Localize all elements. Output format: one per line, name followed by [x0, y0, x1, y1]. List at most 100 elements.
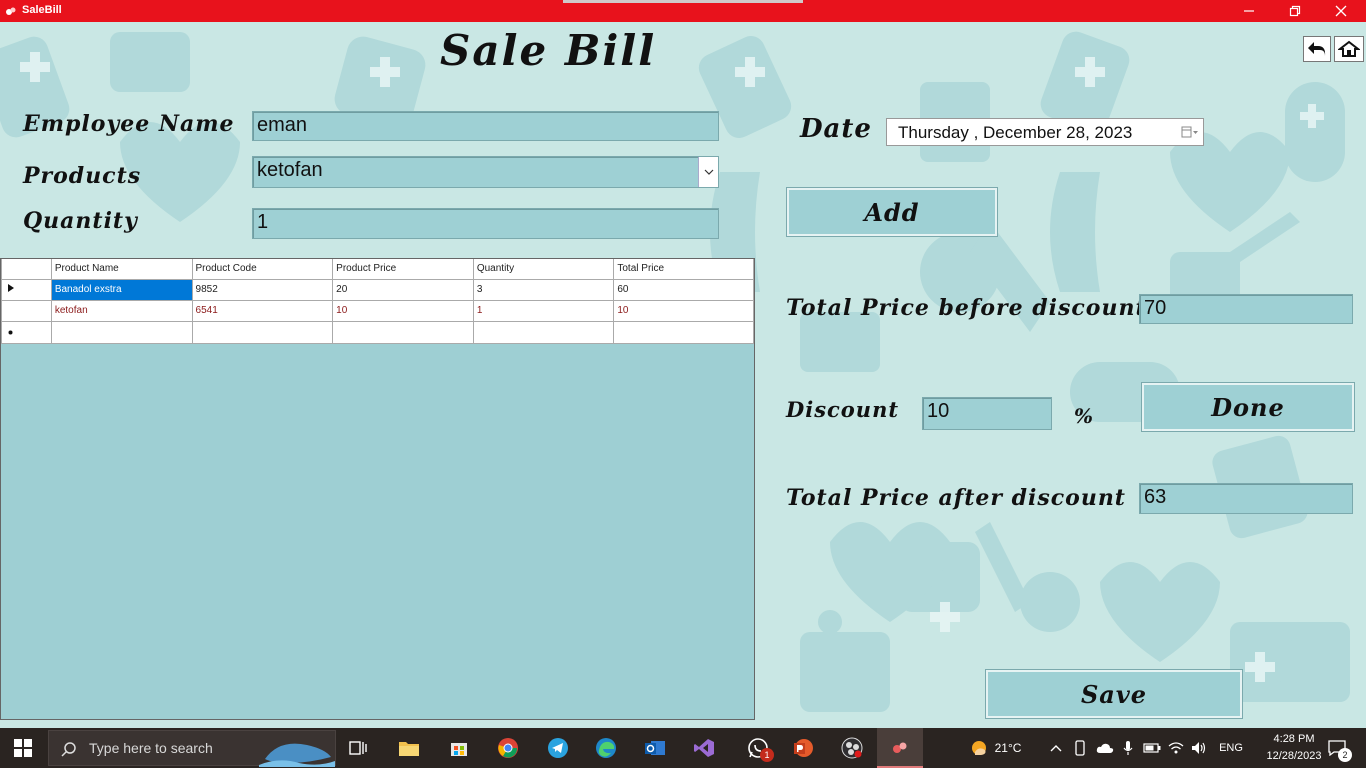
outlook-icon — [645, 741, 665, 755]
windows-logo-icon — [14, 739, 32, 757]
search-highlight-whale-icon — [259, 743, 335, 767]
row-header-corner — [1, 259, 52, 280]
telegram-icon — [548, 738, 568, 758]
language-indicator: ENG — [1219, 742, 1243, 754]
whatsapp-badge: 1 — [760, 748, 774, 762]
phone-icon — [1075, 740, 1085, 756]
taskbar-edge[interactable] — [588, 728, 624, 768]
table-cell[interactable]: Banadol exstra — [50, 278, 193, 301]
table-cell[interactable]: 60 — [613, 278, 754, 301]
clock-date: 12/28/2023 — [1266, 750, 1322, 762]
column-header-total-price[interactable]: Total Price — [613, 259, 754, 280]
total-before-discount-label: Total Price before discount — [786, 295, 1147, 321]
taskbar-chrome[interactable] — [490, 728, 526, 768]
save-button[interactable]: Save — [985, 669, 1243, 719]
total-after-discount-input[interactable]: 63 — [1139, 483, 1353, 514]
task-view-icon — [349, 741, 367, 755]
chevron-down-icon — [704, 169, 713, 175]
taskbar-salebill-app[interactable] — [877, 728, 923, 768]
row-header[interactable] — [1, 299, 52, 322]
weather-widget[interactable]: 21°C — [960, 728, 1030, 768]
table-cell[interactable] — [50, 320, 193, 344]
back-button[interactable] — [1303, 36, 1331, 62]
notification-center-button[interactable]: 2 — [1322, 728, 1352, 768]
microphone-icon — [1123, 741, 1133, 755]
new-row-header[interactable] — [1, 320, 52, 344]
discount-input[interactable]: 10 — [922, 397, 1052, 430]
done-button[interactable]: Done — [1141, 382, 1355, 432]
tray-volume[interactable] — [1189, 728, 1209, 768]
percent-sign: % — [1074, 404, 1095, 428]
folder-icon — [399, 742, 419, 756]
taskbar-clock[interactable]: 4:28 PM 12/28/2023 — [1262, 731, 1326, 765]
column-header-product-name[interactable]: Product Name — [50, 259, 193, 280]
table-cell[interactable]: 10 — [613, 299, 754, 322]
close-button[interactable] — [1318, 0, 1364, 22]
total-before-discount-input[interactable]: 70 — [1139, 294, 1353, 324]
table-cell[interactable]: ketofan — [50, 299, 193, 322]
table-cell[interactable]: 3 — [472, 278, 615, 301]
taskbar-obs[interactable] — [834, 728, 870, 768]
back-arrow-icon — [1308, 42, 1326, 56]
table-row[interactable]: ketofan 6541 10 1 10 — [1, 299, 754, 322]
tray-wifi[interactable] — [1166, 728, 1186, 768]
taskbar-whatsapp[interactable]: 1 — [740, 728, 776, 768]
search-icon — [61, 742, 76, 757]
battery-icon — [1143, 743, 1161, 753]
weather-temperature: 21°C — [994, 741, 1022, 755]
taskbar-search-box[interactable]: Type here to search — [48, 730, 336, 767]
taskbar-file-explorer[interactable] — [391, 728, 427, 768]
tray-language[interactable]: ENG — [1214, 728, 1248, 768]
restore-button[interactable] — [1272, 0, 1318, 22]
date-picker[interactable]: Thursday , December 28, 2023 — [886, 118, 1204, 146]
table-cell[interactable] — [332, 320, 474, 344]
wifi-icon — [1168, 742, 1184, 754]
table-header-row: Product Name Product Code Product Price … — [1, 259, 754, 280]
add-button[interactable]: Add — [786, 187, 998, 237]
column-header-quantity[interactable]: Quantity — [472, 259, 615, 280]
products-combobox[interactable]: ketofan — [252, 156, 719, 188]
tray-microphone[interactable] — [1118, 728, 1138, 768]
start-button[interactable] — [0, 728, 46, 768]
home-button[interactable] — [1334, 36, 1364, 62]
visual-studio-icon — [694, 739, 714, 757]
minimize-icon — [1244, 10, 1254, 12]
column-header-product-code[interactable]: Product Code — [191, 259, 334, 280]
table-cell[interactable]: 9852 — [191, 278, 334, 301]
minimize-button[interactable] — [1226, 0, 1272, 22]
taskbar-telegram[interactable] — [540, 728, 576, 768]
table-cell[interactable]: 20 — [332, 278, 474, 301]
employee-name-input[interactable]: eman — [252, 111, 719, 141]
row-header-current[interactable] — [1, 278, 52, 301]
taskbar-visual-studio[interactable] — [686, 728, 722, 768]
cloud-icon — [1096, 743, 1114, 753]
table-cell[interactable]: 1 — [472, 299, 615, 322]
products-dropdown-button[interactable] — [698, 157, 718, 187]
taskbar-microsoft-store[interactable] — [441, 728, 477, 768]
products-data-grid[interactable]: Product Name Product Code Product Price … — [0, 258, 755, 720]
quantity-input[interactable]: 1 — [252, 208, 719, 239]
table-cell[interactable] — [191, 320, 334, 344]
new-row-dot-icon — [8, 330, 13, 334]
show-hidden-icons-button[interactable] — [1046, 728, 1066, 768]
tray-phone-link[interactable] — [1070, 728, 1090, 768]
table-cell[interactable] — [613, 320, 754, 344]
table-row[interactable]: Banadol exstra 9852 20 3 60 — [1, 278, 754, 301]
table-cell[interactable] — [472, 320, 615, 344]
app-icon — [6, 7, 16, 15]
search-placeholder: Type here to search — [89, 740, 213, 756]
total-before-discount-value: 70 — [1144, 297, 1167, 319]
calendar-dropdown-icon[interactable] — [1181, 126, 1199, 138]
weather-sun-icon — [971, 741, 986, 755]
windows-taskbar: Type here to search 1 21°C ENG 4:28 PM 1… — [0, 728, 1366, 768]
tray-battery[interactable] — [1142, 728, 1162, 768]
table-cell[interactable]: 6541 — [191, 299, 334, 322]
taskbar-powerpoint[interactable] — [785, 728, 821, 768]
table-cell[interactable]: 10 — [332, 299, 474, 322]
notification-badge: 2 — [1338, 748, 1352, 762]
tray-onedrive[interactable] — [1093, 728, 1117, 768]
column-header-product-price[interactable]: Product Price — [332, 259, 474, 280]
new-row[interactable] — [1, 320, 754, 344]
task-view-button[interactable] — [340, 728, 376, 768]
taskbar-outlook[interactable] — [637, 728, 673, 768]
